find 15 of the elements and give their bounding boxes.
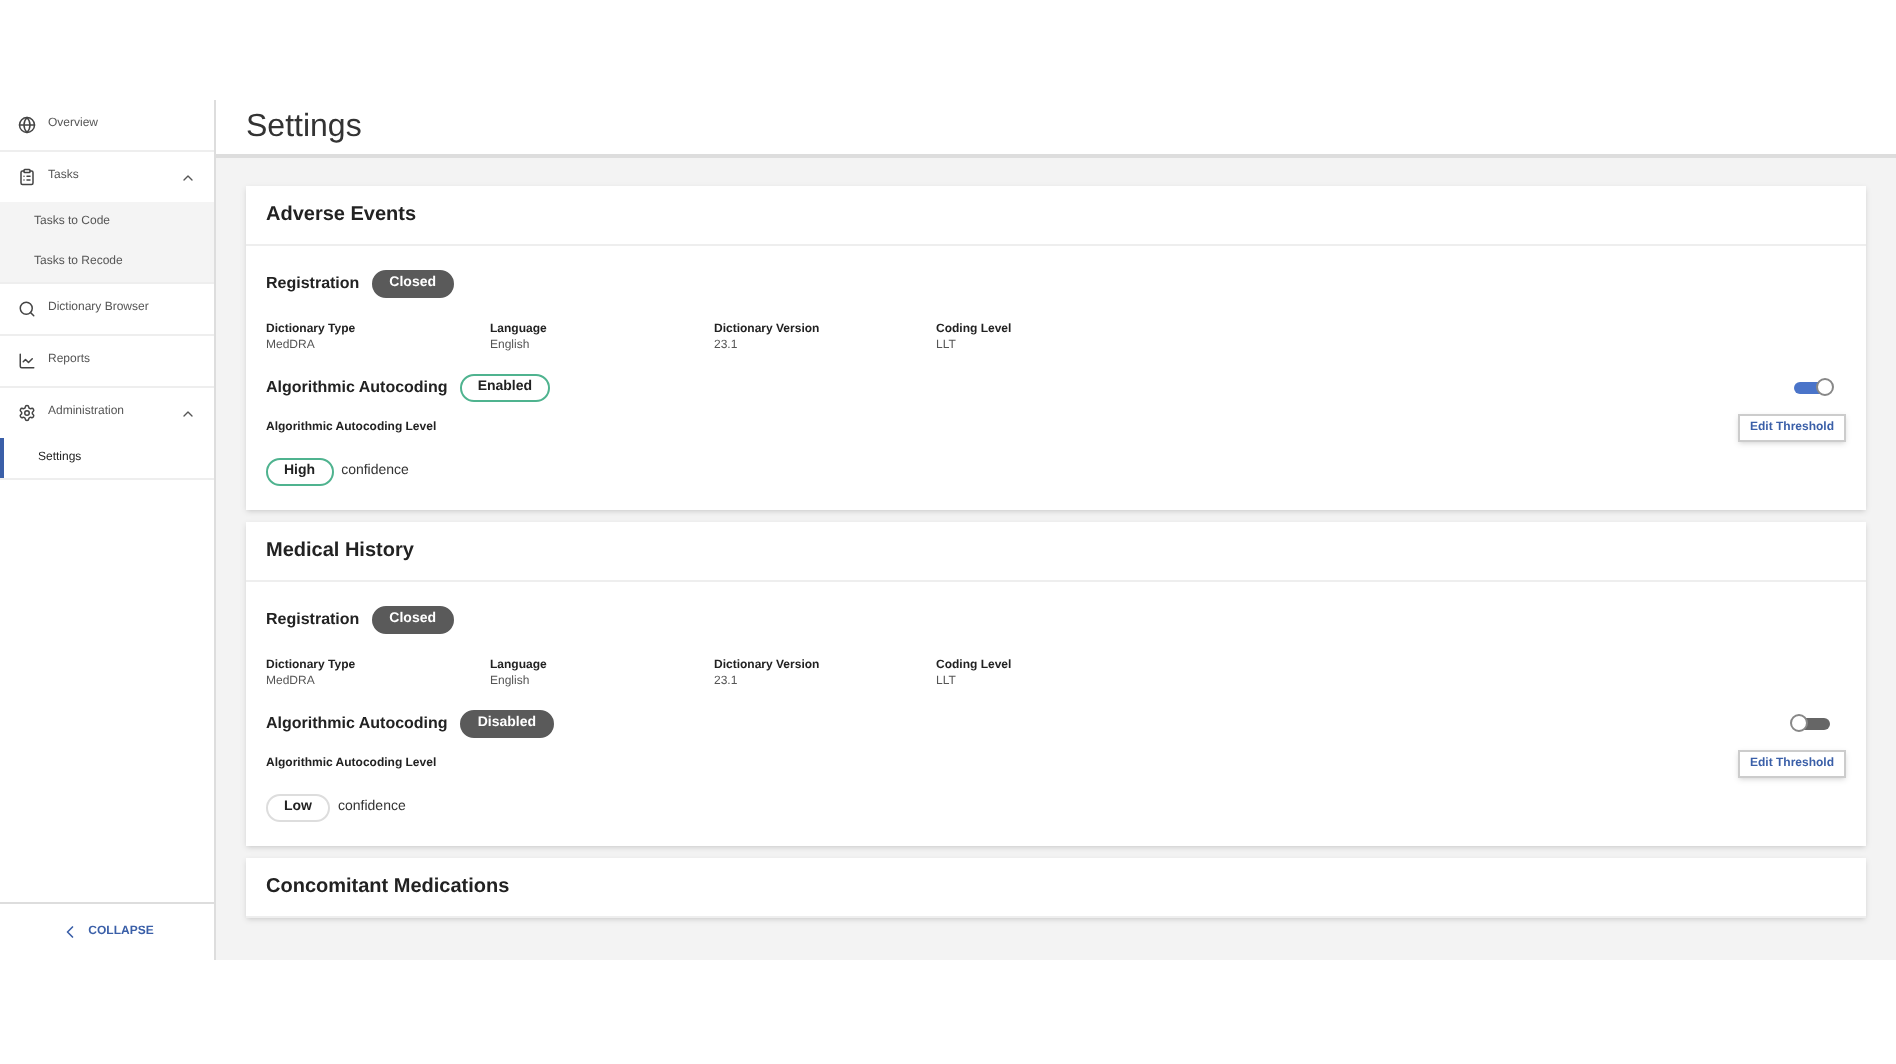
nav-icon [18, 168, 36, 186]
autocoding-label: Algorithmic Autocoding [266, 712, 448, 736]
nav-icon [18, 404, 36, 422]
section-title: Adverse Events [266, 202, 417, 230]
nav-icon [18, 352, 36, 370]
registration-label: Registration [266, 272, 360, 296]
registration-label: Registration [266, 608, 360, 632]
autocoding-toggle[interactable] [1794, 718, 1830, 730]
nav-icon [18, 300, 36, 318]
nav-icon [18, 116, 36, 134]
section-title: Medical History [266, 538, 414, 566]
page-title: Settings [246, 107, 362, 147]
autocoding-toggle[interactable] [1794, 382, 1830, 394]
section-title: Concomitant Medications [266, 874, 510, 902]
autocoding-label: Algorithmic Autocoding [266, 376, 448, 400]
